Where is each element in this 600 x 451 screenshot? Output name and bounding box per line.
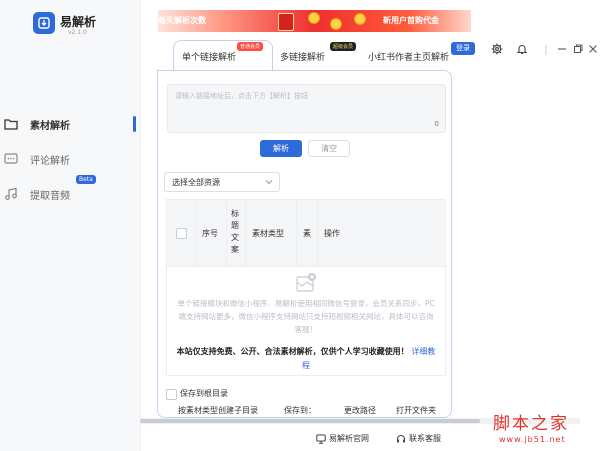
official-site-label: 易解析官网 (329, 434, 369, 443)
sidebar-item-label: 提取音频 (30, 191, 70, 202)
resource-select-value: 选择全部资源 (172, 178, 220, 187)
music-icon (5, 187, 17, 200)
parse-button[interactable]: 解析 (260, 140, 302, 157)
maximize-icon[interactable] (573, 44, 583, 54)
char-count: 0 (434, 120, 439, 128)
promo-banner[interactable]: 每天解析次数 新用户首购代金 (158, 10, 471, 32)
headset-icon (397, 435, 405, 443)
subdir-option-label[interactable]: 按素材类型创建子目录 (178, 405, 258, 417)
sidebar-item-extract-audio[interactable]: 提取音频 Beta (4, 175, 136, 205)
banner-left-text: 每天解析次数 (158, 16, 206, 25)
monitor-icon (316, 434, 326, 444)
column-header-type: 素材类型 (246, 200, 297, 266)
result-table: 序号 标题文案 素材类型 素 操作 单个链接模块和微信小程序、易解析使用相同微信… (166, 199, 446, 376)
column-header-title: 标题文案 (227, 200, 246, 266)
open-folder-button[interactable]: 打开文件夹 (396, 405, 436, 417)
watermark-url: www.jb51.net (499, 435, 566, 444)
change-path-button[interactable]: 更改路径 (344, 405, 376, 417)
coin-icon (354, 13, 366, 25)
comment-icon (4, 153, 18, 164)
usage-notice: 本站仅支持免费、公开、合法素材解析，仅供个人学习收藏使用！ 详细教程 (175, 345, 437, 373)
empty-box-icon (296, 273, 316, 292)
contact-support-label: 联系客服 (409, 434, 441, 443)
app-name: 易解析 (60, 15, 97, 29)
sidebar-item-label: 评论解析 (30, 156, 70, 167)
app-logo-icon (33, 12, 55, 34)
coin-icon (308, 12, 320, 24)
select-all-checkbox[interactable] (176, 228, 187, 239)
save-root-label: 保存到根目录 (180, 389, 228, 398)
tab-label: 多链接解析 (280, 53, 326, 63)
clear-button[interactable]: 清空 (308, 140, 350, 157)
bell-icon[interactable] (516, 43, 528, 55)
folder-icon (4, 119, 18, 130)
sidebar-item-label: 素材解析 (30, 121, 70, 132)
chevron-down-icon (265, 180, 273, 185)
resource-select[interactable]: 选择全部资源 (164, 172, 280, 192)
save-to-label: 保存到： (284, 406, 316, 415)
coin-icon (330, 18, 342, 30)
table-header: 序号 标题文案 素材类型 素 操作 (167, 200, 445, 267)
svip-badge: 超级会员 (330, 42, 357, 51)
banner-right-text: 新用户首购代金 (383, 16, 439, 25)
active-indicator (133, 116, 136, 132)
horizontal-scrollbar-thumb[interactable] (140, 419, 480, 423)
app-version: v2.1.0 (68, 29, 87, 36)
single-link-panel: 请输入链接地址后，点击下方【解析】按钮 0 解析 清空 选择全部资源 序号 标题… (157, 70, 452, 418)
site-watermark: 脚本之家 www.jb51.net (487, 405, 599, 449)
beta-badge: Beta (76, 175, 96, 184)
gear-icon[interactable] (491, 43, 503, 55)
empty-hint-text: 单个链接模块和微信小程序、易解析使用相同微信号登录，会员关系同步，PC端支持网站… (177, 299, 435, 334)
column-header-actions: 操作 (324, 229, 340, 238)
tab-label: 单个链接解析 (182, 53, 237, 63)
column-header-material: 素 (297, 200, 318, 266)
vip-badge: 普通会员 (237, 42, 264, 51)
sidebar-item-comment-parse[interactable]: 评论解析 (4, 148, 136, 170)
link-input-placeholder: 请输入链接地址后，点击下方【解析】按钮 (175, 92, 308, 100)
column-header-index: 序号 (196, 200, 227, 266)
minimize-icon[interactable] (557, 44, 567, 54)
save-root-checkbox[interactable] (166, 389, 177, 400)
tab-xiaohongshu-author[interactable]: 小红书作者主页解析 (368, 44, 450, 66)
sidebar-item-material-parse[interactable]: 素材解析 (4, 113, 136, 135)
red-envelope-icon (278, 13, 294, 31)
sidebar: 易解析 v2.1.0 素材解析 评论解析 提取音频 Beta (0, 0, 141, 451)
select-all-column (167, 200, 196, 266)
close-icon[interactable] (588, 44, 598, 54)
login-button[interactable]: 登录 (451, 42, 475, 55)
divider-icon (545, 45, 547, 55)
usage-notice-text: 本站仅支持免费、公开、合法素材解析，仅供个人学习收藏使用！ (176, 347, 409, 356)
link-input[interactable]: 请输入链接地址后，点击下方【解析】按钮 0 (167, 84, 446, 133)
watermark-title: 脚本之家 (493, 414, 569, 434)
tab-label: 小红书作者主页解析 (368, 53, 450, 63)
